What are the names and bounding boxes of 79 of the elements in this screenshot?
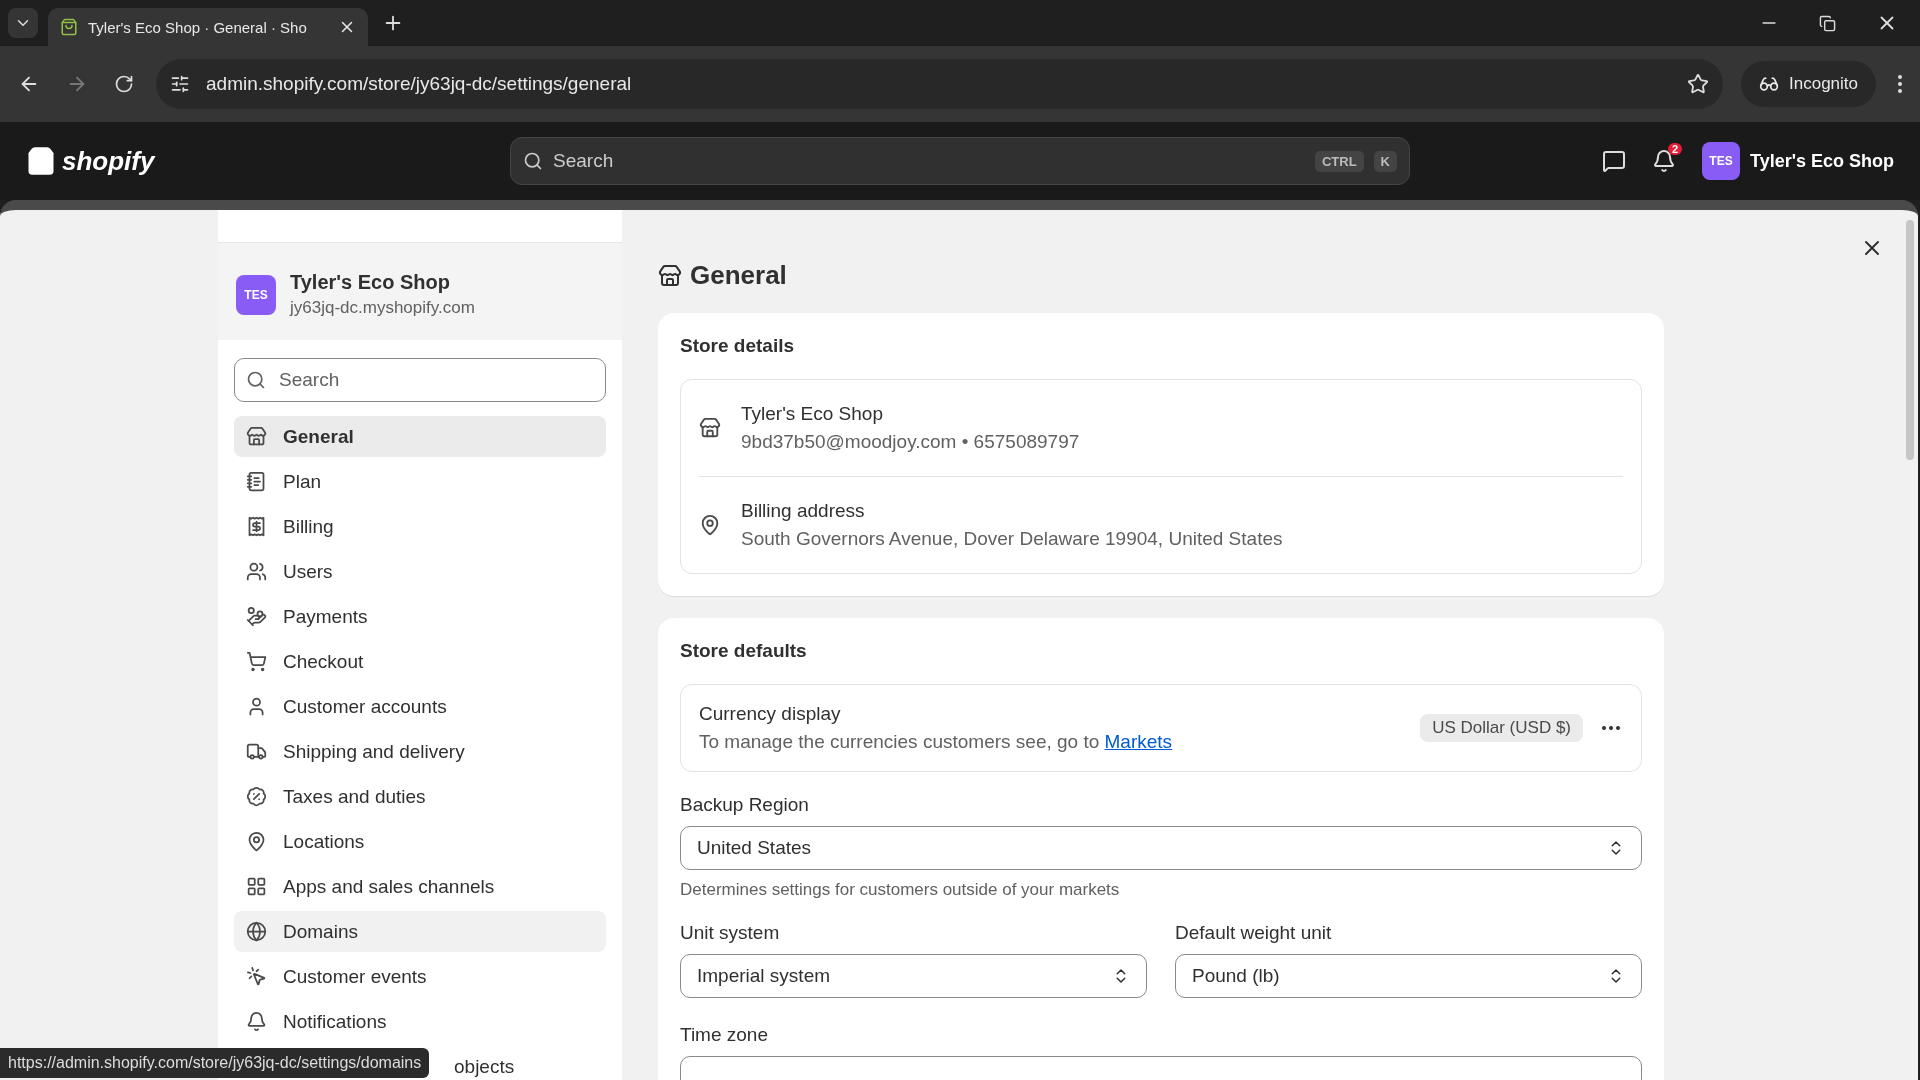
url-text: admin.shopify.com/store/jy63jq-dc/settings/general (206, 73, 633, 95)
pin-icon (699, 514, 721, 536)
store-icon (246, 426, 267, 447)
shopify-logo: shopify (62, 145, 155, 177)
search-placeholder: Search (553, 150, 615, 172)
store-icon (699, 417, 721, 439)
chat-icon[interactable] (1602, 149, 1626, 173)
markets-link[interactable]: Markets (1104, 731, 1173, 752)
bookmark-star-icon[interactable] (1687, 73, 1709, 95)
truck-icon (246, 741, 267, 762)
address-bar[interactable]: admin.shopify.com/store/jy63jq-dc/settings/general (156, 59, 1723, 109)
store-name: Tyler's Eco Shop (290, 271, 451, 294)
sidebar-item[interactable]: Locations (234, 821, 606, 862)
store-icon (658, 263, 682, 288)
sidebar-item[interactable]: General (234, 416, 606, 457)
select-field[interactable]: United States (680, 826, 1642, 870)
scrollbar[interactable] (1906, 220, 1914, 460)
users-icon (246, 561, 267, 582)
detail-title: Billing address (741, 500, 866, 522)
sidebar-item[interactable]: Domains (234, 911, 606, 952)
currency-title: Currency display (699, 703, 842, 725)
sidebar-item[interactable]: objects (454, 1046, 515, 1080)
store-name[interactable]: Tyler's Eco Shop (1750, 150, 1894, 172)
tab-title: Tyler's Eco Shop · General · Sho (88, 18, 308, 36)
tab-search-button[interactable] (8, 8, 38, 38)
status-url-tooltip: https://admin.shopify.com/store/jy63jq-dc/settings/domains (0, 1048, 430, 1078)
reload-icon (114, 74, 134, 94)
page-title: General (690, 260, 787, 291)
kebab-menu-icon (1898, 75, 1902, 93)
restore-icon[interactable] (1819, 14, 1836, 32)
globe-icon (246, 921, 267, 942)
currency-description: To manage the currencies customers see, go to Markets (699, 731, 1173, 753)
sidebar-item[interactable]: Checkout (234, 641, 606, 682)
search-field[interactable]: Search CTRL K (510, 137, 1410, 185)
grid-icon (246, 876, 267, 897)
cart-icon (246, 651, 267, 672)
receipt-icon (246, 516, 267, 537)
sidebar-item[interactable]: Taxes and duties (234, 776, 606, 817)
glasses-icon (1759, 74, 1779, 94)
sidebar-item[interactable]: Apps and sales channels (234, 866, 606, 907)
currency-badge: US Dollar (USD $) (1420, 714, 1583, 742)
shortcut-key: CTRL (1314, 150, 1364, 172)
card-title: Store details (680, 335, 796, 357)
card-title: Store defaults (680, 640, 808, 662)
sidebar-item[interactable]: Billing (234, 506, 606, 547)
notebook-icon (246, 471, 267, 492)
notification-badge: 2 (1667, 143, 1682, 155)
sidebar-item[interactable]: Customer accounts (234, 686, 606, 727)
store-avatar: TES (236, 274, 276, 315)
field-label: Unit system (680, 922, 781, 944)
incognito-button[interactable]: Incognito (1741, 61, 1876, 107)
search-icon (246, 370, 266, 390)
select-field[interactable]: Imperial system (680, 954, 1147, 998)
select-field[interactable]: Pound (lb) (1175, 954, 1642, 998)
search-field[interactable]: Search (234, 358, 606, 402)
sidebar-item[interactable]: Users (234, 551, 606, 592)
browser-tab[interactable]: Tyler's Eco Shop · General · Sho (48, 8, 368, 46)
shortcut-key: K (1373, 150, 1397, 172)
sidebar-item[interactable]: Shipping and delivery (234, 731, 606, 772)
sidebar-item[interactable]: Notifications (234, 1001, 606, 1042)
cursor-click-icon (246, 966, 267, 987)
field-label: Default weight unit (1175, 922, 1333, 944)
search-icon (523, 151, 543, 171)
sidebar-item[interactable]: Customer events (234, 956, 606, 997)
bell-icon (246, 1011, 267, 1032)
site-info-icon[interactable] (170, 74, 190, 94)
field-label: Backup Region (680, 794, 810, 816)
hand-coins-icon (246, 606, 267, 627)
field-label: Time zone (680, 1024, 769, 1046)
help-text: Determines settings for customers outside of your markets (680, 880, 1121, 900)
detail-title: Tyler's Eco Shop (741, 403, 884, 425)
sidebar-item[interactable]: Payments (234, 596, 606, 637)
sidebar-item[interactable]: Plan (234, 461, 606, 502)
store-avatar[interactable]: TES (1702, 142, 1740, 180)
store-domain: jy63jq-dc.myshopify.com (290, 298, 475, 318)
pin-icon (246, 831, 267, 852)
detail-subtitle: South Governors Avenue, Dover Delaware 19904, United States (741, 528, 1283, 550)
percent-badge-icon (246, 786, 267, 807)
detail-subtitle: 9bd37b50@moodjoy.com • 6575089797 (741, 431, 1080, 453)
